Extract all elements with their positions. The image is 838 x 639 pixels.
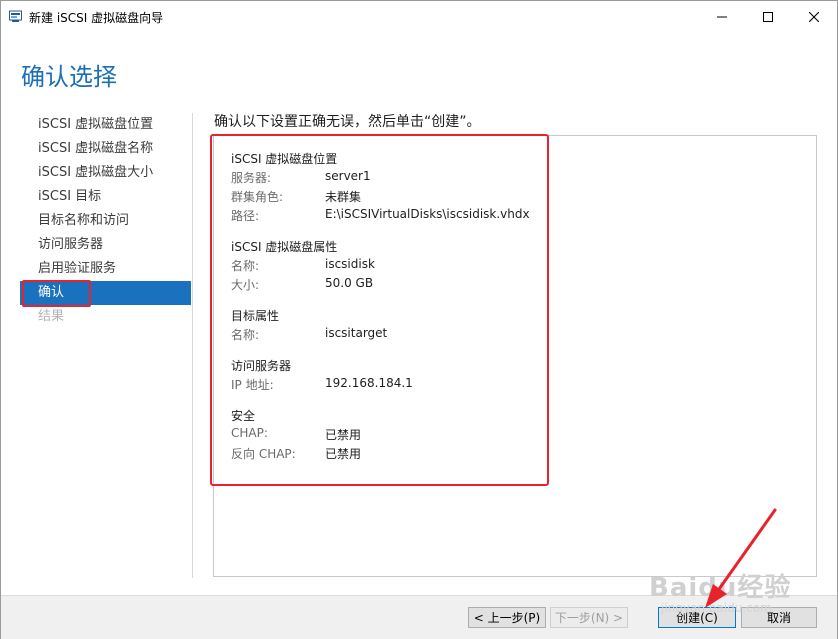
nav-divider xyxy=(192,113,193,578)
server-manager-icon xyxy=(9,10,22,22)
summary-annotation-box xyxy=(210,134,549,486)
nav-item-access-servers[interactable]: 访问服务器 xyxy=(20,233,191,257)
nav-item-iscsi-target[interactable]: iSCSI 目标 xyxy=(20,185,191,209)
confirmation-message: 确认以下设置正确无误，然后单击“创建”。 xyxy=(214,114,481,130)
nav-annotation-box xyxy=(22,280,91,307)
nav-item-disk-size[interactable]: iSCSI 虚拟磁盘大小 xyxy=(20,161,191,185)
nav-item-target-name-access[interactable]: 目标名称和访问 xyxy=(20,209,191,233)
minimize-icon xyxy=(717,16,727,18)
nav-item-disk-name[interactable]: iSCSI 虚拟磁盘名称 xyxy=(20,137,191,161)
wizard-window: 新建 iSCSI 虚拟磁盘向导 确认选择 iSCSI 虚拟磁盘位置 iSCSI … xyxy=(0,0,838,639)
window-title: 新建 iSCSI 虚拟磁盘向导 xyxy=(29,11,164,25)
close-button[interactable] xyxy=(791,1,837,33)
minimize-button[interactable] xyxy=(699,1,745,33)
previous-button[interactable]: < 上一步(P) xyxy=(468,607,546,628)
annotation-arrow-icon xyxy=(705,508,777,608)
title-bar: 新建 iSCSI 虚拟磁盘向导 xyxy=(1,1,837,33)
close-icon xyxy=(809,12,819,22)
nav-item-enable-auth[interactable]: 启用验证服务 xyxy=(20,257,191,281)
nav-item-results: 结果 xyxy=(38,309,65,324)
maximize-icon xyxy=(763,12,773,22)
next-button: 下一步(N) > xyxy=(550,607,628,628)
maximize-button[interactable] xyxy=(745,1,791,33)
page-title: 确认选择 xyxy=(21,63,117,91)
nav-item-disk-location[interactable]: iSCSI 虚拟磁盘位置 xyxy=(20,113,191,137)
